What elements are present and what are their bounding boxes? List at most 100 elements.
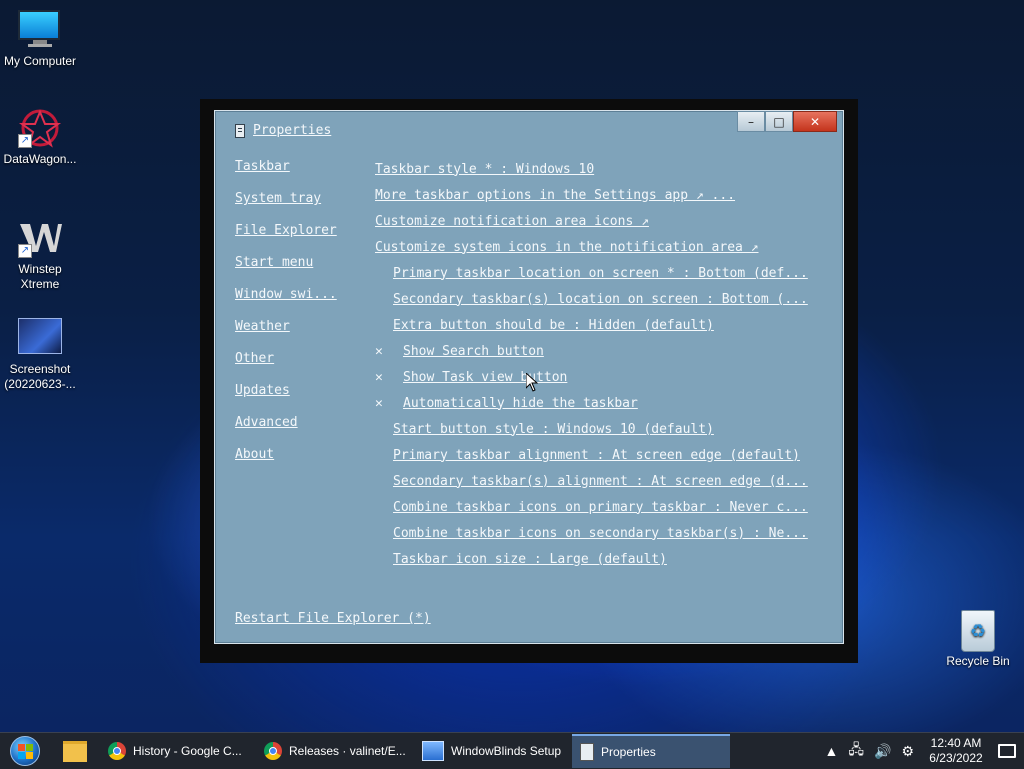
option-customize-notification-icons[interactable]: Customize notification area icons ↗ bbox=[375, 214, 649, 229]
nav-item-about[interactable]: About bbox=[235, 447, 337, 479]
option-row: ✕ Show Search button bbox=[375, 338, 808, 364]
checkbox-checked-icon[interactable]: ✕ bbox=[375, 370, 403, 385]
folder-icon bbox=[63, 740, 87, 762]
windows-logo-icon bbox=[10, 736, 40, 766]
option-customize-system-icons[interactable]: Customize system icons in the notificati… bbox=[375, 240, 759, 255]
option-auto-hide-taskbar[interactable]: Automatically hide the taskbar bbox=[403, 396, 638, 411]
desktop-icon-label: Winstep Xtreme bbox=[18, 262, 62, 291]
taskbar-item-history[interactable]: History - Google C... bbox=[100, 734, 256, 768]
properties-icon bbox=[580, 743, 594, 761]
chrome-icon bbox=[108, 742, 126, 760]
option-icon-size[interactable]: Taskbar icon size : Large (default) bbox=[393, 552, 667, 567]
option-primary-alignment[interactable]: Primary taskbar alignment : At screen ed… bbox=[393, 448, 800, 463]
notification-center-icon[interactable] bbox=[998, 744, 1016, 758]
taskbar-item-label: WindowBlinds Setup bbox=[451, 744, 562, 758]
nav-item-weather[interactable]: Weather bbox=[235, 319, 337, 351]
option-start-button-style[interactable]: Start button style : Windows 10 (default… bbox=[393, 422, 714, 437]
checkbox-checked-icon[interactable]: ✕ bbox=[375, 344, 403, 359]
properties-icon bbox=[235, 123, 245, 138]
option-row: Combine taskbar icons on primary taskbar… bbox=[375, 494, 808, 520]
taskbar-item-label: History - Google C... bbox=[133, 744, 242, 758]
desktop-icon-datawagon[interactable]: ↗ DataWagon... bbox=[0, 108, 80, 167]
option-row: ✕ Show Task view button bbox=[375, 364, 808, 390]
taskbar-item-properties[interactable]: Properties bbox=[572, 734, 730, 768]
clock-time: 12:40 AM bbox=[930, 736, 982, 750]
shortcut-arrow-icon: ↗ bbox=[18, 134, 32, 148]
recycle-bin-icon: ♻ bbox=[956, 610, 1000, 652]
clock-date: 6/23/2022 bbox=[929, 751, 983, 765]
taskbar-item-releases[interactable]: Releases · valinet/E... bbox=[256, 734, 414, 768]
taskbar-file-explorer[interactable] bbox=[50, 733, 100, 769]
monitor-icon bbox=[18, 10, 62, 50]
desktop-icon-label: My Computer bbox=[3, 54, 77, 68]
taskbar-item-label: Properties bbox=[601, 745, 656, 759]
option-taskbar-style[interactable]: Taskbar style * : Windows 10 bbox=[375, 162, 594, 177]
chrome-icon bbox=[264, 742, 282, 760]
nav-item-system-tray[interactable]: System tray bbox=[235, 191, 337, 223]
desktop-icon-recycle-bin[interactable]: ♻ Recycle Bin bbox=[938, 610, 1018, 669]
option-row: Combine taskbar icons on secondary taskb… bbox=[375, 520, 808, 546]
nav-item-taskbar[interactable]: Taskbar bbox=[235, 159, 337, 191]
option-row: Taskbar style * : Windows 10 bbox=[375, 156, 808, 182]
gear-icon[interactable]: ⚙ bbox=[901, 743, 914, 760]
option-combine-primary[interactable]: Combine taskbar icons on primary taskbar… bbox=[393, 500, 808, 515]
nav-item-file-explorer[interactable]: File Explorer bbox=[235, 223, 337, 255]
option-row: Taskbar icon size : Large (default) bbox=[375, 546, 808, 572]
option-row: Secondary taskbar(s) location on screen … bbox=[375, 286, 808, 312]
option-row: Customize system icons in the notificati… bbox=[375, 234, 808, 260]
mouse-cursor-icon bbox=[526, 373, 538, 392]
option-row: Start button style : Windows 10 (default… bbox=[375, 416, 808, 442]
option-secondary-alignment[interactable]: Secondary taskbar(s) alignment : At scre… bbox=[393, 474, 808, 489]
desktop-icon-my-computer[interactable]: My Computer bbox=[0, 10, 80, 69]
nav-item-updates[interactable]: Updates bbox=[235, 383, 337, 415]
winstep-icon: ↗ bbox=[18, 218, 62, 258]
clock[interactable]: 12:40 AM 6/23/2022 bbox=[924, 736, 988, 766]
nav-item-window-switcher[interactable]: Window swi... bbox=[235, 287, 337, 319]
datawagon-icon: ↗ bbox=[18, 108, 62, 148]
restart-file-explorer-link[interactable]: Restart File Explorer (*) bbox=[235, 611, 431, 626]
taskbar: History - Google C... Releases · valinet… bbox=[0, 732, 1024, 769]
taskbar-item-label: Releases · valinet/E... bbox=[289, 744, 406, 758]
screenshot-file-icon bbox=[18, 318, 62, 358]
desktop-icon-label: Recycle Bin bbox=[946, 654, 1010, 668]
shortcut-arrow-icon: ↗ bbox=[18, 244, 32, 258]
option-combine-secondary[interactable]: Combine taskbar icons on secondary taskb… bbox=[393, 526, 808, 541]
option-secondary-location[interactable]: Secondary taskbar(s) location on screen … bbox=[393, 292, 808, 307]
option-row: Extra button should be : Hidden (default… bbox=[375, 312, 808, 338]
window-controls: – □ ✕ bbox=[737, 111, 837, 132]
option-row: ✕ Automatically hide the taskbar bbox=[375, 390, 808, 416]
minimize-button[interactable]: – bbox=[737, 111, 765, 132]
close-button[interactable]: ✕ bbox=[793, 111, 837, 132]
system-tray: ▲ 🖧 🔊 ⚙ 12:40 AM 6/23/2022 bbox=[825, 736, 1024, 766]
desktop-icon-label: DataWagon... bbox=[3, 152, 77, 166]
nav-item-other[interactable]: Other bbox=[235, 351, 337, 383]
option-row: Primary taskbar location on screen * : B… bbox=[375, 260, 808, 286]
checkbox-checked-icon[interactable]: ✕ bbox=[375, 396, 403, 411]
maximize-button[interactable]: □ bbox=[765, 111, 793, 132]
option-show-task-view-button[interactable]: Show Task view button bbox=[403, 370, 567, 385]
restart-explorer-container: Restart File Explorer (*) bbox=[235, 611, 431, 626]
window-title: Properties bbox=[253, 123, 332, 138]
network-icon[interactable]: 🖧 bbox=[848, 739, 864, 763]
volume-icon[interactable]: 🔊 bbox=[874, 743, 891, 760]
option-primary-location[interactable]: Primary taskbar location on screen * : B… bbox=[393, 266, 808, 281]
taskbar-options-list: Taskbar style * : Windows 10 More taskba… bbox=[375, 156, 808, 572]
start-button[interactable] bbox=[0, 733, 50, 769]
taskbar-item-windowblinds[interactable]: WindowBlinds Setup bbox=[414, 734, 572, 768]
windowblinds-icon bbox=[422, 741, 444, 761]
option-more-taskbar-options[interactable]: More taskbar options in the Settings app… bbox=[375, 188, 735, 203]
option-show-search-button[interactable]: Show Search button bbox=[403, 344, 544, 359]
nav-item-start-menu[interactable]: Start menu bbox=[235, 255, 337, 287]
show-hidden-icons-chevron-icon[interactable]: ▲ bbox=[825, 743, 839, 759]
window-title-bar[interactable]: Properties bbox=[235, 123, 331, 138]
option-extra-button[interactable]: Extra button should be : Hidden (default… bbox=[393, 318, 714, 333]
option-row: More taskbar options in the Settings app… bbox=[375, 182, 808, 208]
nav-item-advanced[interactable]: Advanced bbox=[235, 415, 337, 447]
option-row: Secondary taskbar(s) alignment : At scre… bbox=[375, 468, 808, 494]
desktop-icon-label: Screenshot (20220623-... bbox=[4, 362, 76, 391]
option-row: Primary taskbar alignment : At screen ed… bbox=[375, 442, 808, 468]
section-nav: Taskbar System tray File Explorer Start … bbox=[235, 159, 337, 479]
desktop-icon-screenshot[interactable]: Screenshot (20220623-... bbox=[0, 318, 80, 392]
option-row: Customize notification area icons ↗ bbox=[375, 208, 808, 234]
desktop-icon-winstep[interactable]: ↗ Winstep Xtreme bbox=[0, 218, 80, 292]
